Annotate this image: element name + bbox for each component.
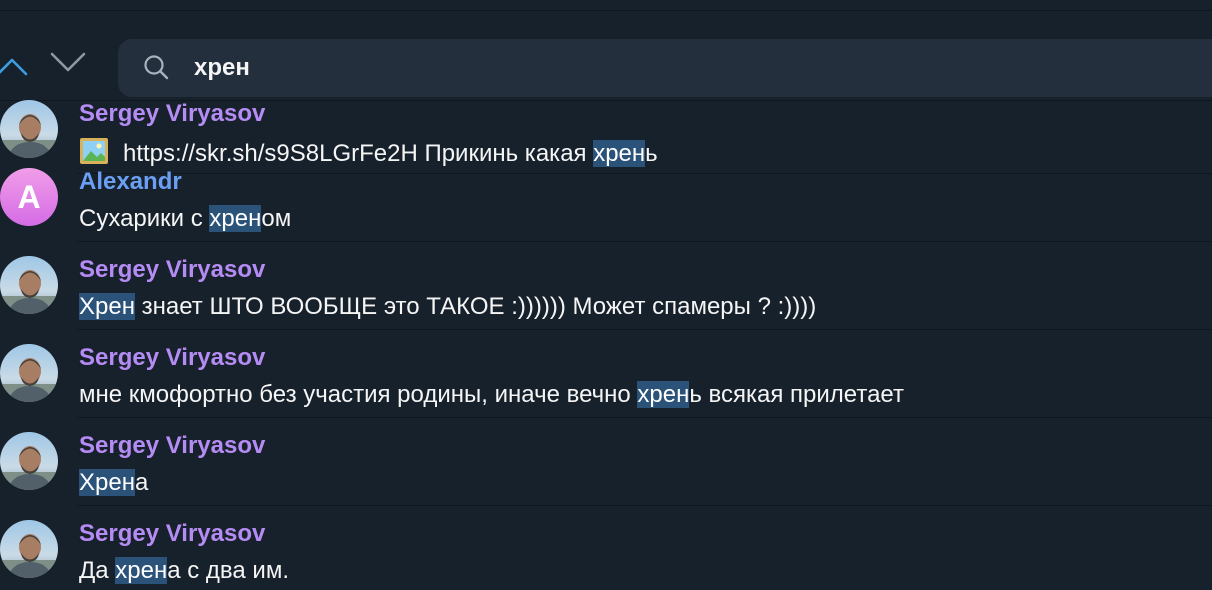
avatar: A — [0, 168, 58, 226]
message-fragment: мне кмофортно без участия родины, иначе … — [79, 381, 638, 408]
search-match-highlight: хрен — [115, 557, 168, 584]
message-fragment: Сухарики с — [79, 205, 210, 232]
avatar — [0, 432, 58, 490]
message-text: Хрен знает ШТО ВООБЩЕ это ТАКОЕ :)))))) … — [79, 293, 816, 321]
sender-name: Sergey Viryasov — [79, 256, 266, 283]
message-fragment: а с два им. — [167, 557, 289, 584]
avatar — [0, 100, 58, 158]
message-fragment: Да — [79, 557, 116, 584]
search-result-row[interactable]: Sergey Viryasov мне кмофортно без участия… — [0, 330, 1212, 418]
search-input[interactable] — [194, 52, 1094, 84]
avatar — [0, 344, 58, 402]
message-fragment: знает ШТО ВООБЩЕ это ТАКОЕ :)))))) Может… — [134, 293, 817, 320]
search-match-highlight: хрен — [209, 205, 262, 232]
search-result-row[interactable]: Sergey Viryasov Хрена — [0, 418, 1212, 506]
top-divider — [0, 10, 1212, 11]
sender-name: Sergey Viryasov — [79, 520, 266, 547]
search-match-highlight: Хрен — [79, 293, 135, 320]
search-result-row[interactable]: A Alexandr Сухарики с хреном — [0, 154, 1212, 242]
message-text: Да хрена с два им. — [79, 557, 289, 585]
chevron-up-icon[interactable] — [0, 42, 30, 86]
search-match-highlight: хрен — [637, 381, 690, 408]
search-icon — [142, 53, 172, 83]
message-fragment: ь всякая прилетает — [689, 381, 904, 408]
sender-name: Sergey Viryasov — [79, 100, 266, 127]
search-result-row[interactable]: Sergey Viryasov Да хрена с два им. — [0, 506, 1212, 590]
chat-search-window: Sergey Viryasovhttps://skr.sh/s9S8LGrFe2… — [0, 0, 1212, 590]
message-text: Хрена — [79, 469, 148, 497]
message-text: мне кмофортно без участия родины, иначе … — [79, 381, 904, 409]
avatar — [0, 520, 58, 578]
message-fragment: а — [134, 469, 149, 496]
avatar — [0, 256, 58, 314]
sender-name: Sergey Viryasov — [79, 432, 266, 459]
search-result-row[interactable]: Sergey Viryasov Хрен знает ШТО ВООБЩЕ это… — [0, 242, 1212, 330]
message-fragment: ом — [261, 205, 292, 232]
sender-name: Sergey Viryasov — [79, 344, 266, 371]
message-text: Сухарики с хреном — [79, 205, 291, 233]
chevron-down-icon[interactable] — [44, 42, 94, 86]
sender-name: Alexandr — [79, 168, 182, 195]
search-match-highlight: Хрен — [79, 469, 135, 496]
